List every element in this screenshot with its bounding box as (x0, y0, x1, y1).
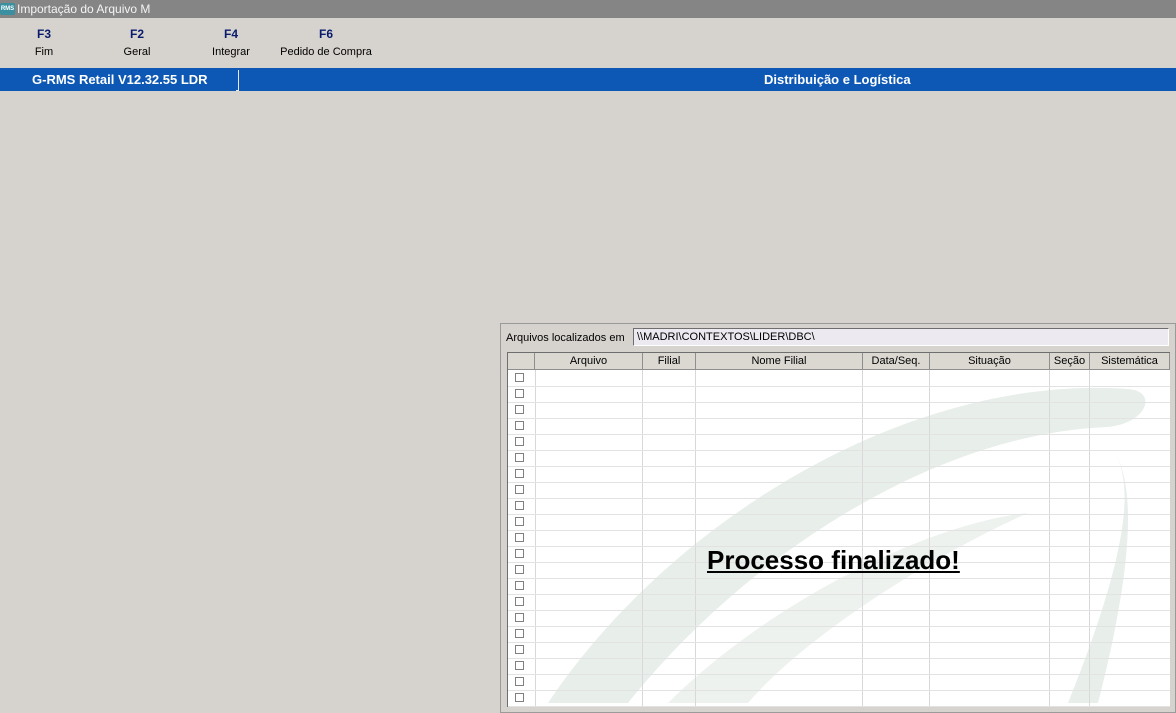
column-divider (642, 370, 643, 707)
row-checkbox[interactable] (515, 613, 524, 622)
banner-divider (236, 70, 239, 91)
geral-button[interactable]: F2 Geral (118, 27, 156, 58)
column-header-sistematica[interactable]: Sistemática (1090, 353, 1170, 370)
table-row (508, 578, 1170, 579)
integrar-label: Integrar (212, 46, 250, 58)
row-checkbox[interactable] (515, 501, 524, 510)
pedido-de-compra-key: F6 (318, 27, 333, 41)
geral-key: F2 (129, 27, 144, 41)
system-banner: G-RMS Retail V12.32.55 LDR Distribuição … (0, 68, 1176, 91)
table-row (508, 386, 1170, 387)
row-checkbox[interactable] (515, 517, 524, 526)
geral-label: Geral (123, 46, 151, 58)
table-row (508, 594, 1170, 595)
column-header-arquivo[interactable]: Arquivo (535, 353, 643, 370)
column-header-situacao[interactable]: Situação (930, 353, 1050, 370)
path-field[interactable] (633, 328, 1169, 346)
column-divider (1049, 370, 1050, 707)
row-checkbox[interactable] (515, 645, 524, 654)
table-row (508, 610, 1170, 611)
table-row (508, 706, 1170, 707)
table-row (508, 514, 1170, 515)
table-row (508, 466, 1170, 467)
integrar-key: F4 (223, 27, 238, 41)
column-divider (1089, 370, 1090, 707)
column-header-filial[interactable]: Filial (643, 353, 696, 370)
column-divider (535, 370, 536, 707)
row-checkbox[interactable] (515, 597, 524, 606)
column-divider (695, 370, 696, 707)
row-checkbox[interactable] (515, 549, 524, 558)
fim-button[interactable]: F3 Fim (30, 27, 58, 58)
files-panel: Arquivos localizados em Arquivo Filial N… (500, 323, 1176, 713)
fim-label: Fim (34, 46, 54, 58)
table-row (508, 530, 1170, 531)
status-message: Processo finalizado! (707, 545, 960, 575)
select-all-header[interactable] (508, 353, 535, 370)
integrar-button[interactable]: F4 Integrar (208, 27, 254, 58)
table-row (508, 674, 1170, 675)
row-checkbox[interactable] (515, 485, 524, 494)
app-icon: RMS (0, 3, 15, 15)
table-row (508, 498, 1170, 499)
row-checkbox[interactable] (515, 565, 524, 574)
fim-key: F3 (36, 27, 51, 41)
module-name: Distribuição e Logística (764, 72, 911, 87)
pedido-de-compra-label: Pedido de Compra (280, 46, 372, 58)
window-title: Importação do Arquivo M (17, 2, 151, 16)
row-checkbox[interactable] (515, 469, 524, 478)
row-checkbox[interactable] (515, 533, 524, 542)
window-titlebar: RMS Importação do Arquivo M (0, 0, 1176, 18)
table-row (508, 658, 1170, 659)
row-checkbox[interactable] (515, 389, 524, 398)
column-divider (862, 370, 863, 707)
files-grid[interactable]: Arquivo Filial Nome Filial Data/Seq. Sit… (507, 352, 1170, 707)
row-checkbox[interactable] (515, 453, 524, 462)
table-row (508, 402, 1170, 403)
row-checkbox[interactable] (515, 437, 524, 446)
product-version: G-RMS Retail V12.32.55 LDR (32, 72, 208, 87)
column-header-nome-filial[interactable]: Nome Filial (696, 353, 863, 370)
row-checkbox[interactable] (515, 693, 524, 702)
row-checkbox[interactable] (515, 581, 524, 590)
table-row (508, 482, 1170, 483)
row-checkbox[interactable] (515, 421, 524, 430)
path-label: Arquivos localizados em (506, 332, 625, 344)
row-checkbox[interactable] (515, 661, 524, 670)
table-row (508, 626, 1170, 627)
row-checkbox[interactable] (515, 405, 524, 414)
table-row (508, 434, 1170, 435)
table-row (508, 642, 1170, 643)
row-checkbox[interactable] (515, 373, 524, 382)
table-row (508, 418, 1170, 419)
pedido-de-compra-button[interactable]: F6 Pedido de Compra (279, 27, 373, 58)
function-key-toolbar: F3 Fim F2 Geral F4 Integrar F6 Pedido de… (0, 19, 1176, 66)
column-divider (929, 370, 930, 707)
row-checkbox[interactable] (515, 677, 524, 686)
column-header-data-seq[interactable]: Data/Seq. (863, 353, 930, 370)
table-row (508, 450, 1170, 451)
table-row (508, 690, 1170, 691)
row-checkbox[interactable] (515, 629, 524, 638)
column-header-secao[interactable]: Seção (1050, 353, 1090, 370)
